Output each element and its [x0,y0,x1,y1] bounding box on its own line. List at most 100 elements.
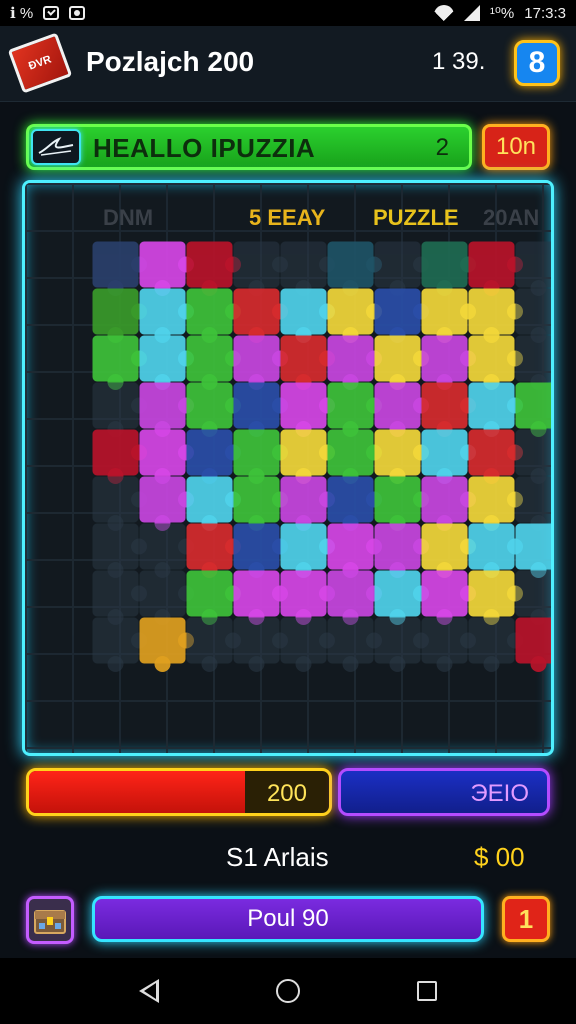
puzzle-piece[interactable] [186,241,241,296]
puzzle-piece[interactable] [280,570,335,625]
puzzle-piece[interactable] [327,476,382,531]
puzzle-piece[interactable] [374,617,429,672]
puzzle-piece[interactable] [468,570,523,625]
puzzle-piece[interactable] [92,288,147,343]
puzzle-piece[interactable] [421,382,476,437]
home-icon[interactable] [275,979,300,1003]
puzzle-piece[interactable] [468,617,523,672]
puzzle-piece[interactable] [327,241,382,296]
menu-button[interactable]: 8 [514,40,560,86]
puzzle-piece[interactable] [374,288,429,343]
puzzle-piece[interactable] [233,476,288,531]
puzzle-piece[interactable] [327,382,382,437]
puzzle-piece[interactable] [280,241,335,296]
puzzle-piece[interactable] [327,617,382,672]
puzzle-piece[interactable] [327,570,382,625]
puzzle-piece[interactable] [374,241,429,296]
puzzle-piece[interactable] [233,288,288,343]
puzzle-piece[interactable] [139,476,194,531]
puzzle-piece[interactable] [468,476,523,531]
puzzle-piece[interactable] [92,570,147,625]
puzzle-piece[interactable] [327,523,382,578]
puzzle-piece[interactable] [233,241,288,296]
puzzle-piece[interactable] [139,570,194,625]
puzzle-piece[interactable] [374,476,429,531]
puzzle-piece[interactable] [186,429,241,484]
puzzle-piece[interactable] [421,617,476,672]
puzzle-piece[interactable] [421,523,476,578]
puzzle-piece[interactable] [186,288,241,343]
puzzle-piece[interactable] [92,429,147,484]
puzzle-piece[interactable] [515,382,554,437]
puzzle-piece[interactable] [515,523,554,578]
puzzle-piece[interactable] [421,335,476,390]
puzzle-piece[interactable] [468,241,523,296]
puzzle-piece[interactable] [92,335,147,390]
puzzle-piece[interactable] [421,288,476,343]
recent-apps-icon[interactable] [417,981,438,1001]
puzzle-piece[interactable] [515,476,554,531]
puzzle-piece[interactable] [139,429,194,484]
puzzle-piece[interactable] [374,429,429,484]
puzzle-piece[interactable] [374,335,429,390]
puzzle-piece[interactable] [280,476,335,531]
puzzle-pieces[interactable] [25,183,554,756]
puzzle-piece[interactable] [515,241,554,296]
puzzle-piece[interactable] [139,335,194,390]
puzzle-piece[interactable] [280,523,335,578]
puzzle-piece[interactable] [139,288,194,343]
puzzle-piece[interactable] [139,617,194,672]
puzzle-piece[interactable] [280,429,335,484]
puzzle-piece[interactable] [139,523,194,578]
puzzle-piece[interactable] [233,335,288,390]
puzzle-piece[interactable] [92,617,147,672]
puzzle-piece[interactable] [233,382,288,437]
puzzle-piece[interactable] [374,382,429,437]
puzzle-piece[interactable] [280,617,335,672]
treasure-chest-button[interactable] [26,896,74,944]
puzzle-board[interactable]: DNM 5 EEAY PUZZLE 20AN [22,180,554,756]
play-button[interactable]: Poul 90 [92,896,484,942]
puzzle-piece[interactable] [186,476,241,531]
puzzle-piece[interactable] [421,570,476,625]
puzzle-piece[interactable] [186,523,241,578]
puzzle-piece[interactable] [233,429,288,484]
puzzle-piece[interactable] [92,241,147,296]
puzzle-piece[interactable] [468,335,523,390]
puzzle-piece[interactable] [186,335,241,390]
puzzle-piece[interactable] [515,288,554,343]
puzzle-piece[interactable] [515,335,554,390]
puzzle-piece[interactable] [233,617,288,672]
puzzle-piece[interactable] [468,288,523,343]
puzzle-piece[interactable] [280,288,335,343]
puzzle-piece[interactable] [421,429,476,484]
game-logo-icon: ĐVR [7,32,73,94]
puzzle-piece[interactable] [280,335,335,390]
puzzle-piece[interactable] [280,382,335,437]
puzzle-piece[interactable] [468,429,523,484]
puzzle-piece[interactable] [515,617,554,672]
puzzle-piece[interactable] [186,382,241,437]
puzzle-piece[interactable] [421,241,476,296]
back-icon[interactable] [138,979,159,1003]
puzzle-piece[interactable] [515,570,554,625]
puzzle-piece[interactable] [233,570,288,625]
count-button[interactable]: 1 [502,896,550,942]
puzzle-piece[interactable] [92,476,147,531]
puzzle-piece[interactable] [468,382,523,437]
puzzle-piece[interactable] [186,570,241,625]
puzzle-piece[interactable] [233,523,288,578]
puzzle-piece[interactable] [327,288,382,343]
puzzle-piece[interactable] [327,429,382,484]
puzzle-piece[interactable] [515,429,554,484]
puzzle-piece[interactable] [139,382,194,437]
puzzle-piece[interactable] [468,523,523,578]
puzzle-piece[interactable] [92,382,147,437]
puzzle-piece[interactable] [374,570,429,625]
puzzle-piece[interactable] [327,335,382,390]
puzzle-piece[interactable] [186,617,241,672]
puzzle-piece[interactable] [421,476,476,531]
puzzle-piece[interactable] [139,241,194,296]
puzzle-piece[interactable] [374,523,429,578]
puzzle-piece[interactable] [92,523,147,578]
